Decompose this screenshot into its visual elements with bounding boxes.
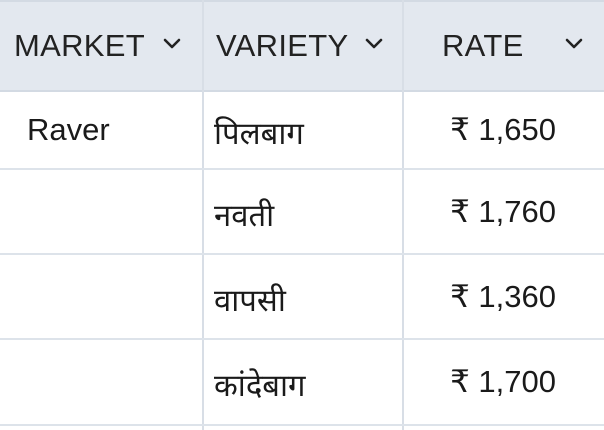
variety-cell: कांदेबाग (214, 368, 306, 403)
variety-cell: वापसी (214, 283, 286, 318)
rate-cell: ₹ 1,760 (450, 194, 556, 229)
row-divider (0, 338, 604, 340)
column-header-variety[interactable]: VARIETY (216, 2, 406, 90)
column-divider (202, 0, 204, 430)
row-divider (0, 424, 604, 426)
rate-cell: ₹ 1,700 (450, 364, 556, 399)
rate-cell: ₹ 1,650 (450, 112, 556, 147)
chevron-down-icon[interactable] (162, 34, 182, 54)
market-cell: Raver (27, 112, 110, 147)
row-divider (0, 253, 604, 255)
variety-cell: पिलबाग (214, 116, 304, 151)
chevron-down-icon[interactable] (564, 34, 584, 54)
row-divider (0, 168, 604, 170)
column-header-label: VARIETY (216, 28, 349, 63)
column-header-label: RATE (442, 28, 524, 63)
column-header-label: MARKET (14, 28, 145, 63)
rates-table: MARKET VARIETY RATE Raver पिलबाग ₹ 1,650 (0, 0, 604, 430)
variety-cell: नवती (214, 198, 275, 233)
column-header-rate[interactable]: RATE (442, 2, 602, 90)
chevron-down-icon[interactable] (364, 34, 384, 54)
column-divider (402, 0, 404, 430)
table-header: MARKET VARIETY RATE (0, 0, 604, 92)
rate-cell: ₹ 1,360 (450, 279, 556, 314)
column-header-market[interactable]: MARKET (14, 2, 204, 90)
